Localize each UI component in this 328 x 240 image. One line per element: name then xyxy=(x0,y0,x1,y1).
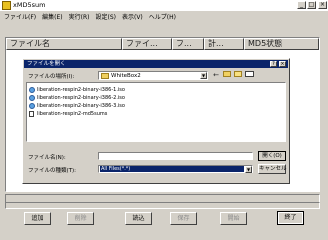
disc-image-icon xyxy=(29,95,35,101)
column-size[interactable]: ファイ... xyxy=(122,38,172,50)
file-name: liberation-respin2-binary-i386-2.iso xyxy=(37,95,125,101)
menu-file[interactable]: ファイル(F) xyxy=(4,12,36,21)
list-header: ファイル名 ファイ... フ... 計... MD5状態 xyxy=(6,38,319,50)
read-button[interactable]: 読込 xyxy=(125,212,152,225)
dialog-title: ファイルを開く xyxy=(27,61,66,67)
maximize-button[interactable]: □ xyxy=(307,1,316,9)
menu-run[interactable]: 実行(R) xyxy=(69,12,90,21)
filename-input[interactable] xyxy=(98,152,253,160)
lookin-value: WhiteBox2 xyxy=(111,72,141,79)
menu-settings[interactable]: 設定(S) xyxy=(95,12,116,21)
disc-image-icon xyxy=(29,87,35,93)
add-button[interactable]: 追加 xyxy=(24,212,51,225)
chevron-down-icon[interactable]: ▼ xyxy=(245,166,252,173)
filename-label: ファイル名(N): xyxy=(28,155,66,161)
filetype-dropdown[interactable]: All Files(*.*) ▼ xyxy=(98,165,253,173)
title-bar: xMD5sum _ □ × xyxy=(0,0,328,11)
app-icon xyxy=(2,1,11,10)
column-md5-status[interactable]: MD5状態 xyxy=(244,38,319,50)
list-item[interactable]: liberation-respin2-md5sums xyxy=(29,110,107,118)
exit-button[interactable]: 終了 xyxy=(277,211,304,225)
open-file-dialog: ファイルを開く ? × ファイルの場所(I): WhiteBox2 ▼ ← li… xyxy=(22,58,290,184)
view-menu-icon[interactable] xyxy=(244,71,254,80)
dialog-title-bar: ファイルを開く ? × xyxy=(24,60,288,68)
file-name: liberation-respin2-md5sums xyxy=(37,111,108,117)
list-item[interactable]: liberation-respin2-binary-i386-3.iso xyxy=(29,102,125,110)
dialog-help-button[interactable]: ? xyxy=(270,61,277,67)
up-folder-icon[interactable] xyxy=(222,71,232,80)
back-icon[interactable]: ← xyxy=(211,71,221,80)
open-button[interactable]: 開く(O) xyxy=(258,151,286,161)
column-calc[interactable]: 計... xyxy=(204,38,244,50)
disc-image-icon xyxy=(29,103,35,109)
delete-button[interactable]: 削除 xyxy=(67,212,94,225)
lookin-dropdown[interactable]: WhiteBox2 ▼ xyxy=(98,71,208,80)
close-button[interactable]: × xyxy=(318,1,327,9)
window-title: xMD5sum xyxy=(13,1,46,9)
folder-icon xyxy=(101,72,109,79)
new-folder-icon[interactable] xyxy=(233,71,243,80)
filetype-value: All Files(*.*) xyxy=(100,166,244,172)
column-filename[interactable]: ファイル名 xyxy=(6,38,122,50)
file-name: liberation-respin2-binary-i386-3.iso xyxy=(37,103,125,109)
list-item[interactable]: liberation-respin2-binary-i386-1.iso xyxy=(29,86,125,94)
document-icon xyxy=(29,111,34,117)
list-item[interactable]: liberation-respin2-binary-i386-2.iso xyxy=(29,94,125,102)
lookin-label: ファイルの場所(I): xyxy=(28,74,75,80)
dialog-file-list[interactable]: liberation-respin2-binary-i386-1.iso lib… xyxy=(26,82,286,142)
menu-view[interactable]: 表示(V) xyxy=(122,12,143,21)
save-button[interactable]: 保存 xyxy=(170,212,197,225)
file-name: liberation-respin2-binary-i386-1.iso xyxy=(37,87,125,93)
column-type[interactable]: フ... xyxy=(172,38,204,50)
minimize-button[interactable]: _ xyxy=(297,1,306,9)
menu-help[interactable]: ヘルプ(H) xyxy=(149,12,176,21)
chevron-down-icon[interactable]: ▼ xyxy=(200,72,207,79)
menu-bar: ファイル(F) 編集(E) 実行(R) 設定(S) 表示(V) ヘルプ(H) xyxy=(0,11,328,22)
filetype-label: ファイルの種類(T): xyxy=(28,168,77,174)
cancel-button[interactable]: キャンセル xyxy=(258,164,287,174)
start-button[interactable]: 開始 xyxy=(220,212,247,225)
menu-edit[interactable]: 編集(E) xyxy=(42,12,62,21)
status-bar xyxy=(5,202,320,209)
dialog-close-button[interactable]: × xyxy=(279,61,286,67)
